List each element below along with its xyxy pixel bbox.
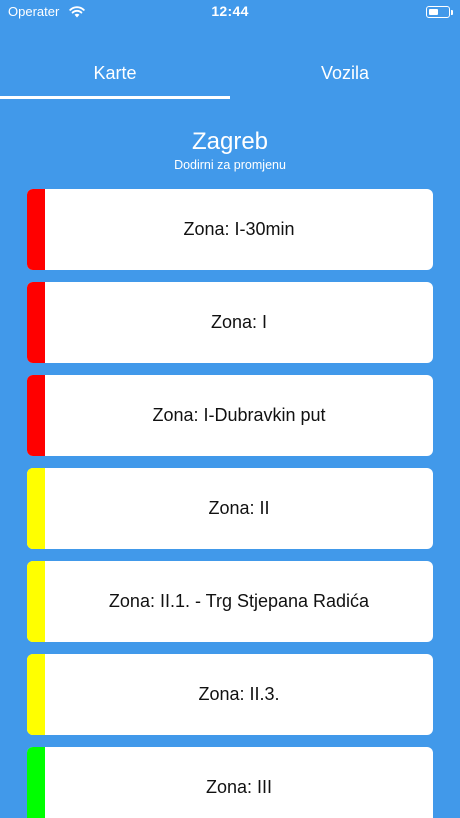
zone-label: Zona: I-Dubravkin put bbox=[152, 405, 326, 425]
zone-card[interactable]: Zona: I bbox=[27, 282, 433, 363]
tab-bar: Karte Vozila bbox=[0, 54, 460, 100]
status-bar: Operater 12:44 bbox=[0, 0, 460, 24]
city-change-hint: Dodirni za promjenu bbox=[174, 158, 286, 172]
battery-icon bbox=[426, 6, 450, 18]
zone-color-stripe bbox=[27, 561, 45, 642]
status-time: 12:44 bbox=[211, 3, 249, 19]
zone-card[interactable]: Zona: I-30min bbox=[27, 189, 433, 270]
zone-card[interactable]: Zona: II.1. - Trg Stjepana Radića bbox=[27, 561, 433, 642]
zone-label: Zona: I-30min bbox=[183, 219, 295, 239]
zone-color-stripe bbox=[27, 375, 45, 456]
zone-color-stripe bbox=[27, 747, 45, 818]
zone-label: Zona: III bbox=[205, 777, 273, 797]
city-selector[interactable]: Zagreb Dodirni za promjenu bbox=[0, 126, 460, 172]
zone-label: Zona: II bbox=[208, 498, 270, 518]
battery-level bbox=[428, 8, 439, 15]
zone-card[interactable]: Zona: II.3. bbox=[27, 654, 433, 735]
zone-list: Zona: I-30min Zona: I Zona: I-Dubravkin … bbox=[27, 189, 433, 818]
tab-karte[interactable]: Karte bbox=[0, 54, 230, 100]
zone-color-stripe bbox=[27, 189, 45, 270]
zone-label: Zona: II.1. - Trg Stjepana Radića bbox=[108, 591, 370, 611]
battery-tip bbox=[451, 9, 453, 15]
app-screen: Operater 12:44 Karte Vozila Zagreb Dodir… bbox=[0, 0, 460, 818]
tab-selected-indicator bbox=[0, 96, 230, 99]
zone-label: Zona: I bbox=[210, 312, 268, 332]
zone-label: Zona: II.3. bbox=[198, 684, 280, 704]
tab-vozila[interactable]: Vozila bbox=[230, 54, 460, 100]
zone-card[interactable]: Zona: I-Dubravkin put bbox=[27, 375, 433, 456]
zone-card[interactable]: Zona: II bbox=[27, 468, 433, 549]
city-name: Zagreb bbox=[191, 128, 269, 155]
zone-color-stripe bbox=[27, 282, 45, 363]
zone-color-stripe bbox=[27, 654, 45, 735]
zone-color-stripe bbox=[27, 468, 45, 549]
zone-card[interactable]: Zona: III bbox=[27, 747, 433, 818]
